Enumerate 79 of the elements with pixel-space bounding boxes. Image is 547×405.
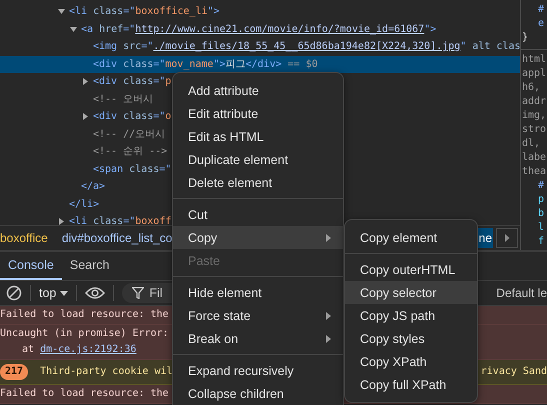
dom-node-text: <a href="http://www.cine21.com/movie/info/?movie_id=61067"> [81,22,436,36]
style-rule-line: # [537,179,546,193]
style-rule-line: dl, [521,137,542,151]
submenu-arrow-icon [326,334,331,342]
menu-item[interactable]: Copy JS path [345,304,477,327]
message-text: rivacy Sand [480,365,547,379]
filter-icon [132,287,144,299]
count-badge: 217 [0,364,28,380]
menu-item[interactable]: Copy outerHTML [345,258,477,281]
caret-icon [60,290,68,296]
style-rule-line: } [521,31,530,45]
menu-item[interactable]: Hide element [173,281,343,304]
dom-node-text: <li class="boxoffice_li"> [69,5,220,19]
style-rule-line: e [537,17,546,31]
message-text: Failed to load resource: the [0,308,169,322]
dom-node-text: <div class="o [93,110,172,124]
submenu-arrow-icon [326,312,331,320]
style-rule-line: addr [521,95,547,109]
log-levels-dropdown[interactable]: Default le [496,286,547,300]
menu-item[interactable]: Add attribute [173,79,343,102]
menu-item[interactable]: Edit as HTML [173,125,343,148]
menu-item[interactable]: Cut [173,203,343,226]
menu-item[interactable]: Collapse children [173,382,343,405]
dom-node-text: <!-- 오버시 [93,92,154,106]
message-text: Uncaught (in promise) Error: [0,327,169,341]
menu-item[interactable]: Copy [173,226,343,249]
disclosure-triangle-icon[interactable] [82,113,89,120]
menu-item[interactable]: Delete element [173,171,343,194]
style-rule-line: l [537,221,546,235]
style-rule-line: appl [521,67,547,81]
closing-tag: </a> [81,178,106,196]
menu-item[interactable]: Edit attribute [173,102,343,125]
menu-item[interactable]: Copy element [345,226,477,249]
style-rule-line: f [537,235,546,249]
message-text: Third-party cookie wil [40,365,173,379]
drawer-tab[interactable]: Search [62,252,118,280]
style-rule-line: stro [521,123,547,137]
menu-item[interactable]: Copy styles [345,327,477,350]
dom-node-text: <div class="p [93,75,172,89]
clear-console-icon[interactable] [6,285,22,301]
selected-row-highlight[interactable]: <div class="mov_name">피그</div> == $0 [0,56,520,73]
menu-item[interactable]: Copy XPath [345,350,477,373]
closing-tag: </li> [69,196,100,213]
scroll-arrow-icon [504,234,510,242]
dom-node-text: <span class=" [93,162,172,176]
filter-field[interactable]: Fil [122,283,172,303]
disclosure-triangle-icon[interactable] [70,26,77,33]
menu-item[interactable]: Copy full XPath [345,373,477,396]
style-rule-line: thea [521,165,547,179]
breadcrumb-item[interactable]: ne [478,228,493,248]
disclosure-triangle-icon[interactable] [58,8,65,16]
scroll-right-button[interactable] [496,228,518,248]
drawer-tab[interactable]: Console [0,252,62,280]
style-rule-line: h6, [521,81,542,95]
context-dropdown[interactable]: top [39,286,68,300]
source-link[interactable]: dm-ce.js:2192:36 [40,344,136,355]
breadcrumb-item[interactable]: boxoffice [0,228,48,248]
disclosure-triangle-icon[interactable] [82,78,89,86]
breadcrumb-item[interactable]: div#boxoffice_list_co [62,228,172,248]
menu-item[interactable]: Copy selector [345,281,477,304]
dom-node-text: <img src="./movie_files/18_55_45__65d86ba194e82[X224,320].jpg" alt clas [93,40,520,54]
style-rule-line: # [537,3,546,17]
submenu-arrow-icon [326,234,331,242]
dom-node-text: <!-- //오버시 [93,128,166,142]
style-rule-line: p [537,193,546,207]
menu-item[interactable]: Expand recursively [173,359,343,382]
menu-item[interactable]: Duplicate element [173,148,343,171]
menu-item[interactable]: Break on [173,327,343,350]
dom-node-text: <li class="boxoff [69,215,172,226]
dom-node-text: <div class="mov_name">피그</div> == $0 [93,58,318,72]
message-text: Failed to load resource: the [0,387,169,401]
style-rule-line: img, [521,109,547,123]
eye-icon[interactable] [85,287,106,299]
style-rule-line: html [521,53,547,67]
menu-item[interactable]: Force state [173,304,343,327]
style-rule-line: labe [521,151,547,165]
disclosure-triangle-icon[interactable] [58,218,65,226]
dom-node-text: <!-- 순위 --> [93,145,168,159]
style-rule-line: b [537,207,546,221]
